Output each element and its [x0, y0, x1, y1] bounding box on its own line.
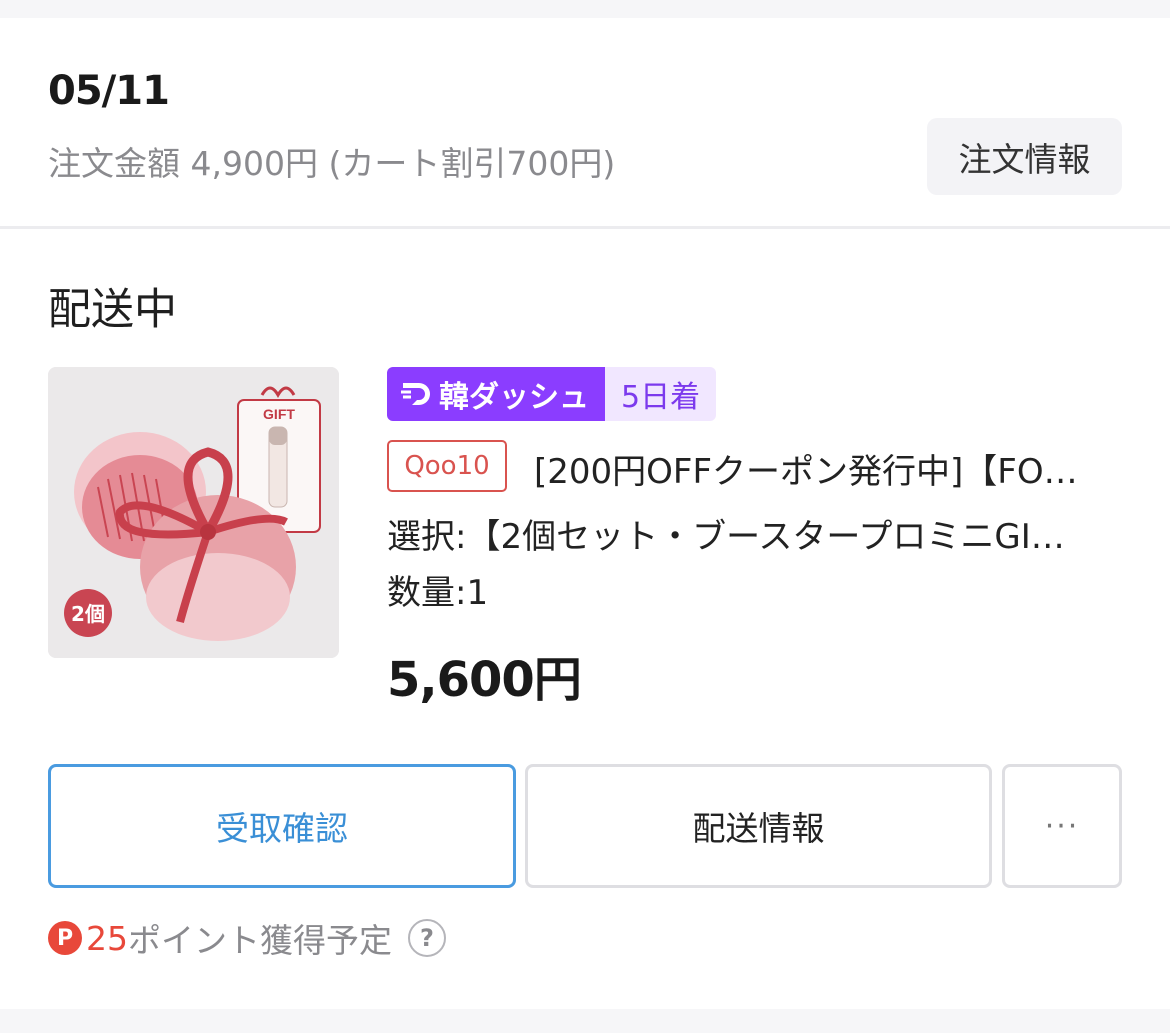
product-quantity: 数量:1: [387, 573, 489, 613]
more-options-button[interactable]: ···: [1002, 764, 1122, 888]
product-illustration: GIFT 2個: [48, 367, 339, 658]
order-amount: 注文金額 4,900円 (カート割引700円): [48, 144, 616, 183]
points-icon: P: [48, 921, 82, 955]
product-title[interactable]: [200円OFFクーポン発行中]【FO…: [534, 444, 1124, 493]
express-badge-label: 韓ダッシュ: [439, 380, 589, 415]
product-image[interactable]: GIFT 2個: [48, 367, 339, 658]
points-label: ポイント獲得予定: [128, 921, 392, 960]
help-icon[interactable]: ?: [408, 919, 446, 957]
express-badge: 韓ダッシュ 5日着: [387, 367, 717, 421]
gift-label: GIFT: [263, 406, 295, 422]
dash-logo-icon: [401, 383, 430, 405]
confirm-receipt-button[interactable]: 受取確認: [48, 764, 516, 888]
count-badge: 2個: [71, 602, 105, 626]
points-amount: 25: [86, 918, 128, 958]
points-row: P 25 ポイント獲得予定 ?: [48, 916, 446, 960]
delivery-days-badge: 5日着: [605, 367, 717, 421]
order-info-button[interactable]: 注文情報: [927, 118, 1122, 195]
shop-badge: Qoo10: [387, 440, 507, 492]
order-date: 05/11: [48, 68, 170, 114]
delivery-status: 配送中: [48, 285, 177, 335]
express-badge-main: 韓ダッシュ: [387, 367, 605, 421]
shipping-info-button[interactable]: 配送情報: [525, 764, 992, 888]
product-price: 5,600円: [387, 652, 582, 708]
product-option: 選択:【2個セット・ブースタープロミニGI…: [387, 517, 1065, 557]
